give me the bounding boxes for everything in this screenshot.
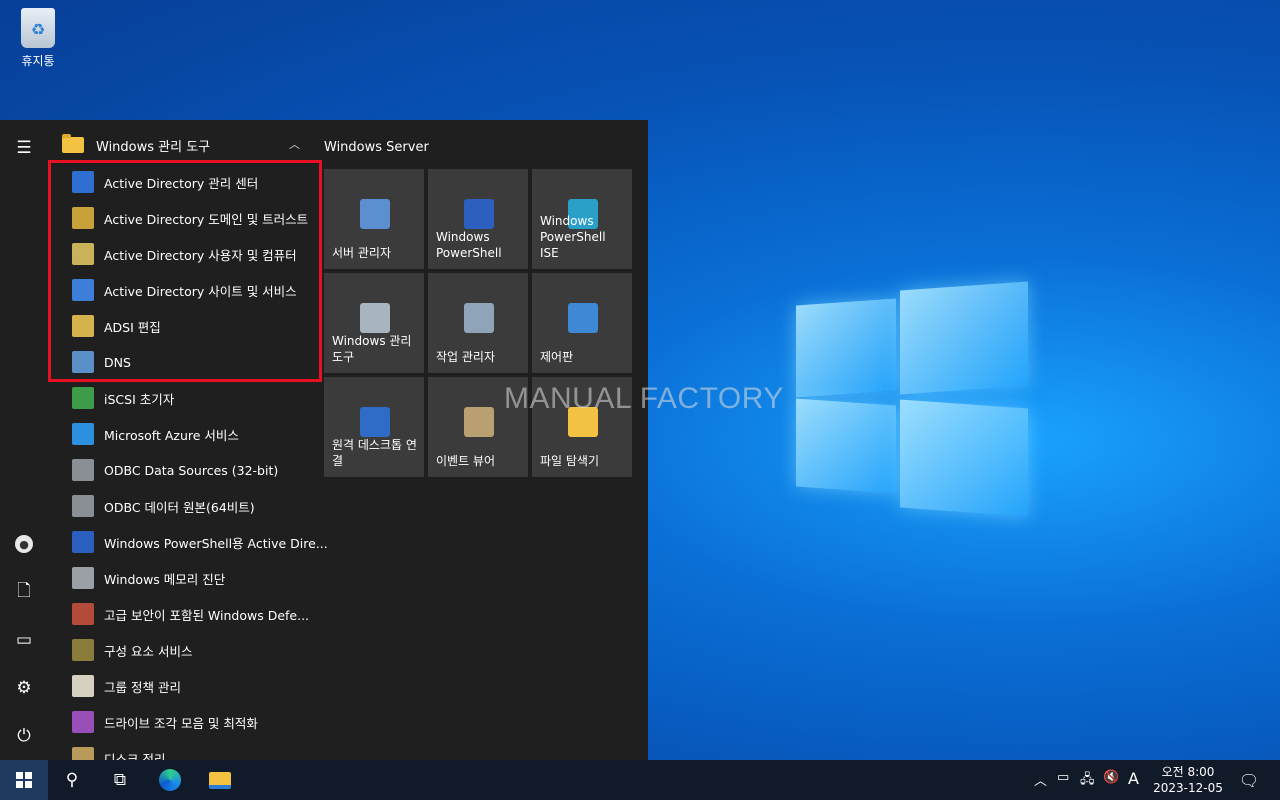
ime-indicator[interactable]: A	[1128, 769, 1139, 788]
windows-start-icon	[16, 772, 32, 788]
chevron-up-icon: ︿	[289, 138, 300, 151]
app-label: ODBC Data Sources (32-bit)	[104, 462, 279, 478]
network-icon[interactable]: 🖧	[1080, 770, 1095, 792]
taskbar-clock[interactable]: 오전 8:00 2023-12-05	[1150, 764, 1226, 796]
group-windows-admin-tools[interactable]: Windows 관리 도구 ︿	[62, 132, 312, 158]
odbc-64-icon	[72, 495, 94, 517]
list-item[interactable]: 디스크 정리	[72, 740, 312, 760]
volume-muted-icon[interactable]: 🔇	[1103, 770, 1119, 785]
app-label: Windows 메모리 진단	[104, 571, 226, 587]
app-label: ODBC 데이터 원본(64비트)	[104, 499, 255, 515]
tile[interactable]: 제어판	[532, 273, 632, 373]
windows-logo-wallpaper	[796, 281, 1028, 518]
azure-services-icon	[72, 423, 94, 445]
list-item[interactable]: iSCSI 초기자	[72, 380, 312, 416]
taskbar: ⚲ ⧉ ︿ ▭ 🖧 🔇 A 오전 8:00 2023-12-05 🗨	[0, 760, 1280, 800]
list-item[interactable]: 그룹 정책 관리	[72, 668, 312, 704]
tile-label: 제어판	[540, 350, 574, 364]
component-services-icon	[72, 639, 94, 661]
app-label: 드라이브 조각 모음 및 최적화	[104, 715, 258, 731]
list-item[interactable]: Windows 메모리 진단	[72, 560, 312, 596]
tile-label: 원격 데스크톱 연결	[332, 438, 417, 468]
powershell-ad-icon	[72, 531, 94, 553]
clock-date: 2023-12-05	[1153, 781, 1223, 795]
memory-diagnostic-icon	[72, 567, 94, 589]
tile[interactable]: 서버 관리자	[324, 169, 424, 269]
remote-desktop-icon	[360, 407, 390, 437]
list-item[interactable]: ODBC Data Sources (32-bit)	[72, 452, 312, 488]
defrag-icon	[72, 711, 94, 733]
app-label: Microsoft Azure 서비스	[104, 427, 239, 443]
control-panel-icon	[568, 303, 598, 333]
admin-tools-icon	[360, 303, 390, 333]
start-menu: ☰ ● 🗋 ▭ ⚙ ⏻ Windows 관리 도구 ︿ Active Direc…	[0, 120, 648, 760]
list-item[interactable]: 구성 요소 서비스	[72, 632, 312, 668]
tile[interactable]: Windows PowerShell	[428, 169, 528, 269]
app-label: 디스크 정리	[104, 751, 166, 761]
tile-label: 작업 관리자	[436, 350, 496, 364]
highlight-box	[48, 160, 322, 382]
pictures-icon[interactable]: ▭	[0, 622, 48, 658]
iscsi-initiator-icon	[72, 387, 94, 409]
tile[interactable]: Windows PowerShell ISE	[532, 169, 632, 269]
list-item[interactable]: 드라이브 조각 모음 및 최적화	[72, 704, 312, 740]
tile-label: Windows PowerShell ISE	[540, 214, 606, 260]
recycle-bin-label: 휴지통	[21, 54, 55, 68]
tile-label: 이벤트 뷰어	[436, 454, 496, 468]
power-icon[interactable]: ⏻	[0, 718, 48, 754]
hamburger-menu-icon[interactable]: ☰	[0, 130, 48, 166]
defender-firewall-icon	[72, 603, 94, 625]
app-label: 구성 요소 서비스	[104, 643, 193, 659]
tile-label: Windows 관리 도구	[332, 334, 412, 364]
task-view-icon[interactable]: ⧉	[96, 760, 144, 800]
app-label: 고급 보안이 포함된 Windows Defe...	[104, 607, 310, 623]
show-hidden-icons-chevron-icon[interactable]: ︿	[1034, 770, 1047, 789]
disk-cleanup-icon	[72, 747, 94, 760]
tile-label: 서버 관리자	[332, 246, 392, 260]
documents-icon[interactable]: 🗋	[0, 574, 48, 610]
edge-browser-icon[interactable]	[146, 760, 194, 800]
watermark: MANUAL FACTORY	[504, 382, 784, 415]
file-explorer-taskbar-icon[interactable]	[196, 760, 244, 800]
group-header-label: Windows 관리 도구	[96, 139, 211, 155]
settings-gear-icon[interactable]: ⚙	[0, 670, 48, 706]
tile[interactable]: 작업 관리자	[428, 273, 528, 373]
start-rail: ☰ ● 🗋 ▭ ⚙ ⏻	[0, 120, 48, 760]
recycle-bin-icon: ♻	[21, 8, 55, 48]
server-manager-icon	[360, 199, 390, 229]
recycle-bin[interactable]: ♻ 휴지통	[10, 8, 66, 69]
search-icon[interactable]: ⚲	[48, 760, 96, 800]
battery-icon[interactable]: ▭	[1057, 770, 1069, 785]
list-item[interactable]: Windows PowerShell용 Active Dire...	[72, 524, 328, 560]
app-label: iSCSI 초기자	[104, 391, 175, 407]
odbc-32-icon	[72, 459, 94, 481]
task-manager-icon	[464, 303, 494, 333]
app-label: Windows PowerShell용 Active Dire...	[104, 535, 328, 551]
start-button[interactable]	[0, 760, 48, 800]
group-policy-icon	[72, 675, 94, 697]
tile-label: Windows PowerShell	[436, 230, 502, 260]
event-viewer-icon	[464, 407, 494, 437]
list-item[interactable]: 고급 보안이 포함된 Windows Defe...	[72, 596, 312, 632]
powershell-icon	[464, 199, 494, 229]
tiles-group-title: Windows Server	[324, 140, 429, 155]
list-item[interactable]: Microsoft Azure 서비스	[72, 416, 312, 452]
clock-time: 오전 8:00	[1161, 765, 1215, 779]
action-center-icon[interactable]: 🗨	[1232, 760, 1266, 800]
list-item[interactable]: ODBC 데이터 원본(64비트)	[72, 488, 312, 524]
user-account-icon[interactable]: ●	[0, 526, 48, 562]
app-label: 그룹 정책 관리	[104, 679, 181, 695]
tile[interactable]: 원격 데스크톱 연결	[324, 377, 424, 477]
tile-label: 파일 탐색기	[540, 454, 600, 468]
tile[interactable]: Windows 관리 도구	[324, 273, 424, 373]
folder-icon	[62, 134, 84, 153]
